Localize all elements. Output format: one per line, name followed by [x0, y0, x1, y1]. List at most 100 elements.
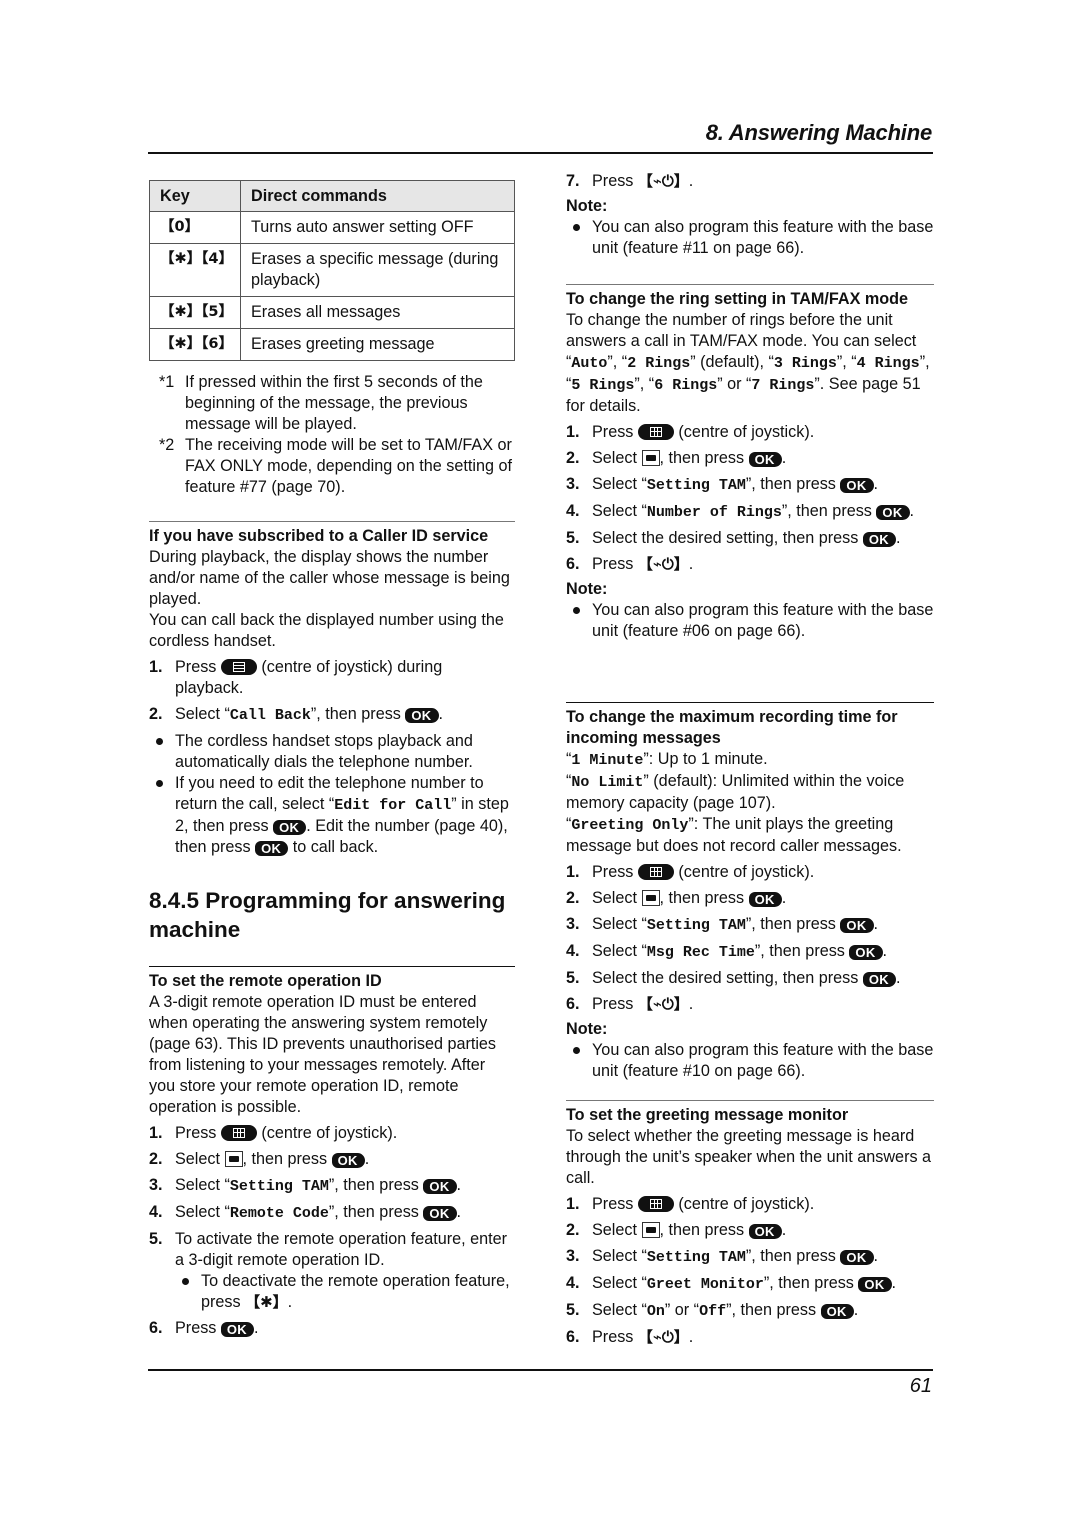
step-number: 2.	[566, 889, 580, 907]
section-divider	[566, 1100, 934, 1101]
ok-button-icon: OK	[849, 945, 883, 960]
punctuation: .	[895, 969, 901, 987]
option-line: “Greeting Only”: The unit plays the gree…	[566, 815, 902, 855]
punctuation: .	[688, 995, 694, 1013]
option-line: “1 Minute”: Up to 1 minute.	[566, 750, 768, 769]
text-part: Press	[592, 1195, 634, 1213]
footnote: *2 The receiving mode will be set to TAM…	[149, 435, 515, 498]
footer-rule	[148, 1369, 933, 1371]
text-part: Press	[592, 995, 634, 1013]
menu-option-text: Edit for Call	[334, 797, 452, 814]
step-item: 2. Select “Call Back”, then press OK.	[149, 704, 515, 726]
section-divider	[149, 521, 515, 522]
menu-option-text: Setting TAM	[646, 1249, 746, 1266]
bullet-item: You can also program this feature with t…	[566, 600, 934, 642]
punctuation: .	[287, 1293, 293, 1311]
note-text: You can also program this feature with t…	[592, 218, 934, 257]
step-item: 4. Select “Remote Code”, then press OK.	[149, 1202, 515, 1224]
step-number: 1.	[566, 423, 580, 441]
text-part: Select “	[175, 1203, 230, 1221]
text-part: Select “	[592, 942, 647, 960]
step-number: 2.	[566, 449, 580, 467]
text-part: Press	[592, 172, 634, 190]
step-text: Select “Number of Rings”, then press OK.	[592, 501, 914, 523]
menu-option-text: Setting TAM	[646, 917, 746, 934]
step-item: 2. Select , then press OK.	[566, 1220, 934, 1241]
text-part: To activate the remote operation feature…	[175, 1230, 508, 1269]
joystick-menu-button-icon	[637, 864, 674, 880]
text-part: , then press	[659, 449, 745, 467]
footnote-mark: *1	[159, 373, 175, 391]
bullet-icon	[149, 731, 175, 773]
step-number: 4.	[566, 1274, 580, 1292]
ok-button-icon: OK	[748, 1224, 782, 1239]
menu-option-text: Greet Monitor	[646, 1276, 764, 1293]
star-key-icon: 【✱】	[245, 1293, 288, 1311]
punctuation: .	[873, 475, 879, 493]
step-text: Press (centre of joystick).	[592, 422, 814, 443]
joystick-menu-button-icon	[637, 1196, 674, 1212]
step-number: 6.	[566, 1328, 580, 1346]
table-row: 【✱】【4】 Erases a specific message (during…	[149, 243, 515, 297]
key-cell: 【0】	[149, 211, 241, 244]
step-item: 6. Press 【⌁⏻】.	[566, 554, 934, 575]
menu-option-text: 2 Rings	[627, 355, 691, 372]
step-item: 4. Select “Msg Rec Time”, then press OK.	[566, 941, 934, 963]
text-part: Select the desired setting, then press	[592, 969, 859, 987]
answering-machine-icon	[641, 1222, 660, 1238]
footnote-text: If pressed within the first 5 seconds of…	[185, 373, 483, 433]
step-item: 6. Press 【⌁⏻】.	[566, 1327, 934, 1348]
step-text: Select “Greet Monitor”, then press OK.	[592, 1273, 896, 1295]
ok-button-icon: OK	[331, 1153, 365, 1168]
page-number: 61	[909, 1375, 932, 1397]
text-part: ”, then press	[328, 1203, 419, 1221]
ok-button-icon: OK	[876, 505, 910, 520]
table-row: 【✱】【5】 Erases all messages	[149, 296, 515, 329]
section-divider	[566, 702, 934, 703]
step-number: 2.	[149, 1150, 163, 1168]
step-item: 4. Select “Number of Rings”, then press …	[566, 501, 934, 523]
table-header-key: Key	[149, 180, 241, 212]
command-cell: Turns auto answer setting OFF	[240, 211, 515, 244]
note-label: Note:	[566, 197, 608, 215]
menu-option-text: 7 Rings	[751, 377, 815, 394]
text-part: Press	[592, 423, 634, 441]
step-number: 5.	[566, 969, 580, 987]
text-part: Press	[592, 1328, 634, 1346]
menu-option-text: Number of Rings	[646, 504, 782, 521]
punctuation: .	[853, 1301, 859, 1319]
joystick-menu-button-icon	[220, 1125, 257, 1141]
bullet-icon	[566, 600, 592, 642]
step-number: 3.	[566, 915, 580, 933]
punctuation: .	[882, 942, 888, 960]
step-number: 6.	[566, 995, 580, 1013]
step-text: Press (centre of joystick).	[592, 862, 814, 883]
paragraph: You can call back the displayed number u…	[149, 611, 504, 650]
bullet-item: You can also program this feature with t…	[566, 217, 934, 259]
text-part: Select the desired setting, then press	[592, 529, 859, 547]
step-text: Select the desired setting, then press O…	[592, 968, 900, 989]
punctuation: .	[873, 915, 879, 933]
command-cell: Erases a specific message (during playba…	[240, 243, 515, 297]
menu-option-text: Off	[699, 1303, 727, 1320]
ok-button-icon: OK	[840, 478, 874, 493]
step-item: 1. Press (centre of joystick) during pla…	[149, 657, 515, 699]
menu-option-text: Setting TAM	[646, 477, 746, 494]
step-text: Select , then press OK.	[592, 1220, 786, 1241]
key-cell: 【✱】【5】	[149, 296, 241, 329]
step-text: Press 【⌁⏻】.	[592, 1327, 693, 1348]
text-part: Select	[175, 1150, 220, 1168]
text-part: Select “	[592, 475, 647, 493]
ok-button-icon: OK	[273, 820, 307, 835]
text-part: Press	[175, 1319, 217, 1337]
step-item: 6. Press 【⌁⏻】.	[566, 994, 934, 1015]
ok-button-icon: OK	[423, 1206, 457, 1221]
text-part: ”, then press	[745, 915, 836, 933]
step-text: Select “Setting TAM”, then press OK.	[592, 1246, 878, 1268]
menu-option-text: Greeting Only	[571, 817, 689, 834]
joystick-menu-button-icon	[637, 424, 674, 440]
caller-id-section: If you have subscribed to a Caller ID se…	[149, 521, 515, 858]
text-part: ”, then press	[726, 1301, 817, 1319]
punctuation: .	[891, 1274, 897, 1292]
ring-section-top: 7. Press 【⌁⏻】. Note: You can also progra…	[566, 171, 934, 259]
